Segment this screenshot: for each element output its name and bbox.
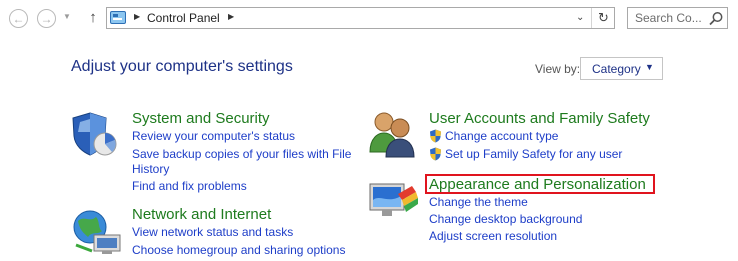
link-save-backup-history[interactable]: History xyxy=(132,162,169,176)
refresh-icon: ↻ xyxy=(598,10,609,25)
network-internet-icon[interactable] xyxy=(68,205,124,257)
link-screen-resolution[interactable]: Adjust screen resolution xyxy=(429,229,557,243)
uac-shield-icon xyxy=(430,129,441,143)
up-button[interactable]: ↑ xyxy=(86,8,100,26)
link-review-status[interactable]: Review your computer's status xyxy=(132,129,295,143)
link-find-fix-problems[interactable]: Find and fix problems xyxy=(132,179,247,193)
category-title-system-security[interactable]: System and Security xyxy=(132,110,270,127)
recent-locations-button[interactable]: ▼ xyxy=(63,12,71,21)
view-by-value: Category xyxy=(592,62,641,76)
category-title-user-accounts[interactable]: User Accounts and Family Safety xyxy=(429,110,650,127)
arrow-right-icon: → xyxy=(40,11,53,26)
system-security-shield-icon[interactable] xyxy=(70,110,122,158)
link-change-account-type[interactable]: Change account type xyxy=(445,129,558,143)
breadcrumb-separator-icon[interactable]: ▶ xyxy=(134,12,140,21)
appearance-personalization-icon[interactable] xyxy=(368,180,420,222)
forward-button[interactable]: → xyxy=(37,9,56,28)
view-by-label: View by: xyxy=(535,62,581,76)
back-button[interactable]: ← xyxy=(9,9,28,28)
arrow-left-icon: ← xyxy=(12,11,25,26)
search-icon[interactable] xyxy=(708,11,724,26)
dropdown-arrow-icon: ▼ xyxy=(645,62,654,72)
refresh-button[interactable]: ↻ xyxy=(591,8,615,28)
address-history-dropdown-icon[interactable]: ⌄ xyxy=(576,12,584,23)
page-title: Adjust your computer's settings xyxy=(71,58,293,75)
uac-shield-icon xyxy=(430,147,441,161)
view-by-dropdown[interactable]: Category ▼ xyxy=(580,57,663,80)
link-network-status[interactable]: View network status and tasks xyxy=(132,225,293,239)
address-bar[interactable]: ▶ Control Panel ▶ ⌄ ↻ xyxy=(106,7,615,29)
search-input[interactable]: Search Co... xyxy=(627,7,728,29)
user-accounts-icon[interactable] xyxy=(368,108,420,158)
link-family-safety[interactable]: Set up Family Safety for any user xyxy=(445,147,622,161)
chevron-down-icon: ▼ xyxy=(63,12,71,21)
link-save-backup[interactable]: Save backup copies of your files with Fi… xyxy=(132,147,351,161)
highlight-box xyxy=(425,174,655,194)
control-panel-icon xyxy=(110,11,126,24)
breadcrumb-control-panel[interactable]: Control Panel xyxy=(147,11,220,25)
link-homegroup-sharing[interactable]: Choose homegroup and sharing options xyxy=(132,243,345,257)
link-change-theme[interactable]: Change the theme xyxy=(429,195,528,209)
breadcrumb-separator-icon[interactable]: ▶ xyxy=(228,12,234,21)
search-placeholder: Search Co... xyxy=(635,11,702,25)
category-title-network-internet[interactable]: Network and Internet xyxy=(132,206,271,223)
arrow-up-icon: ↑ xyxy=(89,8,97,26)
link-desktop-background[interactable]: Change desktop background xyxy=(429,212,582,226)
